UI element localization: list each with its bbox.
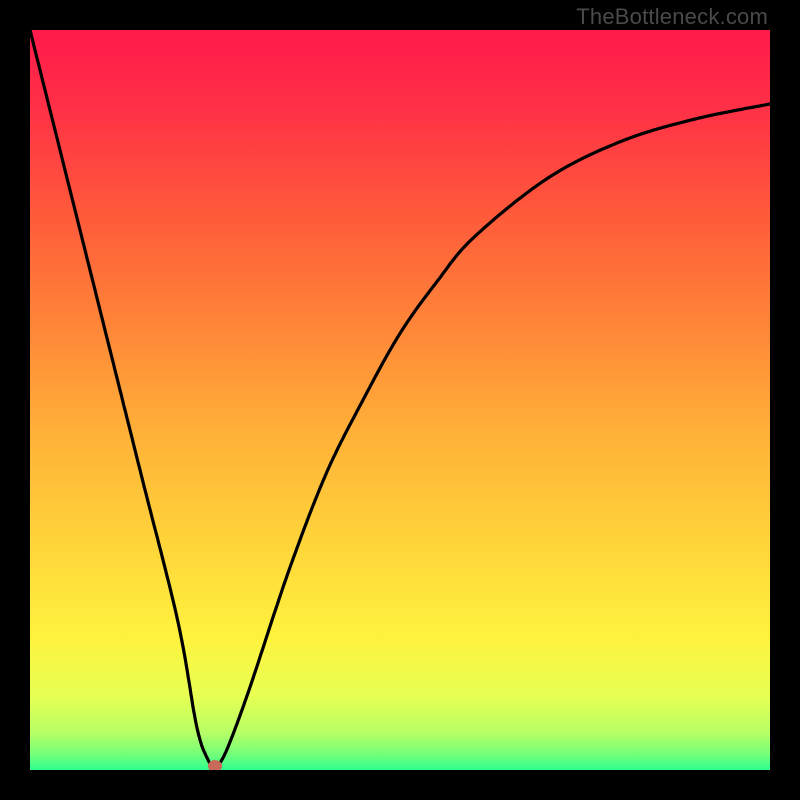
optimum-marker (208, 760, 222, 770)
watermark-text: TheBottleneck.com (576, 4, 768, 30)
chart-frame (30, 30, 770, 770)
bottleneck-curve (30, 30, 770, 770)
